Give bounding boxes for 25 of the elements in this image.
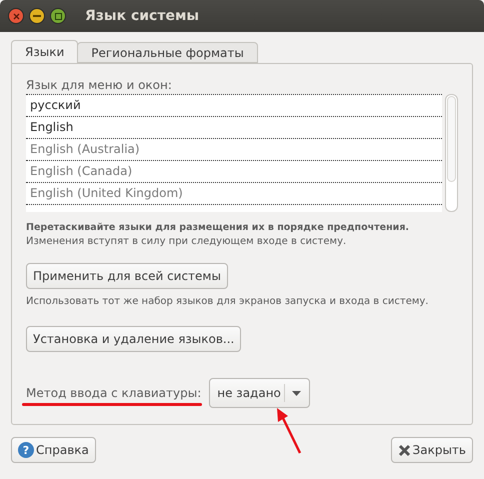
tab[interactable]: Региональные форматы: [77, 42, 258, 63]
caret-icon: [292, 390, 301, 396]
language-item[interactable]: English (Australia): [26, 139, 442, 161]
tab[interactable]: Языки: [11, 40, 78, 63]
window-title: Язык системы: [85, 8, 200, 24]
minimize-icon[interactable]: [29, 8, 45, 24]
list-label: Язык для меню и окон:: [26, 78, 173, 92]
close-icon: [398, 444, 411, 456]
drag-hint: Перетаскивайте языки для размещения их в порядке предпочтения.: [26, 222, 410, 233]
install-button[interactable]: Установка и удаление языков...: [26, 326, 242, 352]
close-button[interactable]: Закрыть: [390, 437, 473, 463]
scrollbar[interactable]: [445, 94, 458, 212]
input-method-dropdown[interactable]: не задано: [209, 378, 310, 408]
close-icon[interactable]: [8, 8, 24, 24]
apply-note: Использовать тот же набор языков для экранов запуска и входа в систему.: [26, 296, 430, 307]
maximize-icon[interactable]: [50, 8, 66, 24]
language-item[interactable]: English (Canada): [26, 161, 442, 183]
help-button[interactable]: ? Справка: [11, 437, 96, 463]
language-item[interactable]: English: [26, 117, 442, 139]
change-note: Изменения вступят в силу при следующем входе в систему.: [26, 236, 348, 247]
input-method-label: Метод ввода с клавиатуры:: [26, 386, 202, 400]
apply-button[interactable]: Применить для всей системы: [26, 263, 228, 289]
help-icon: ?: [18, 442, 34, 458]
language-item[interactable]: English (United Kingdom): [26, 183, 442, 205]
language-item[interactable]: русский: [26, 95, 442, 117]
